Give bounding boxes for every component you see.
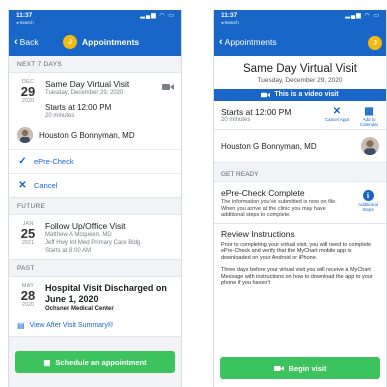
- provider-name: Houston G Bonnyman, MD: [39, 130, 135, 140]
- status-back-app[interactable]: ◂ Search: [221, 19, 379, 26]
- provider-row[interactable]: Houston G Bonnyman, MD: [9, 124, 181, 150]
- video-visit-label: This is a video visit: [274, 91, 339, 98]
- epre-check-link[interactable]: ✓ ePre-Check: [9, 150, 181, 174]
- checklist-icon: ✓: [18, 156, 27, 167]
- back-label: Appointments: [224, 37, 277, 47]
- appointment-title: Follow Up/Office Visit: [45, 221, 126, 231]
- appointment-title: Hospital Visit Discharged on June 1, 202…: [45, 283, 167, 304]
- visit-time-row: Starts at 12:00 PM 20 minutes ✕ Cancel A…: [214, 101, 386, 130]
- close-icon: ✕: [332, 106, 342, 117]
- review-paragraph-2: Three days before your virtual visit you…: [221, 266, 373, 287]
- screenshot-canvas: 11:37 ◂ Search ▂▄▆ ◠ ▭ ‹ Back J Appointm…: [0, 0, 387, 387]
- appointment-time: Starts at 8:00 AM: [45, 248, 92, 254]
- user-avatar-wrap: J: [368, 36, 382, 50]
- appointment-provider: Matthew A Mcqueen, MD: [45, 232, 112, 238]
- cancel-link[interactable]: ✕ Cancel: [9, 174, 181, 197]
- next-appointment-card[interactable]: DEC 29 2020 Same Day Virtual Visit Tuesd…: [9, 72, 181, 198]
- appointment-title: Same Day Virtual Visit: [45, 79, 130, 89]
- back-button[interactable]: ‹ Back: [14, 36, 39, 48]
- visit-time-info: Starts at 12:00 PM 20 minutes: [221, 107, 291, 123]
- visit-date: Tuesday, December 29, 2020: [257, 77, 343, 84]
- section-past: PAST: [9, 260, 181, 276]
- epre-check-label: ePre-Check: [34, 157, 74, 166]
- date-block: MAY 28 2020: [17, 283, 39, 313]
- nav-title-group: J Appointments: [63, 35, 139, 49]
- appointment-location: Jeff Hwy Int Med Primary Care Bldg: [45, 240, 141, 246]
- date-block: DEC 29 2020: [17, 79, 39, 120]
- appointment-info: Follow Up/Office Visit Matthew A Mcqueen…: [45, 221, 173, 255]
- review-instructions: Review Instructions Prior to completing …: [214, 224, 386, 298]
- user-avatar[interactable]: J: [63, 35, 77, 49]
- epre-check-complete-card: ePre-Check Complete The information you'…: [214, 182, 386, 224]
- additional-steps-label: Additional Steps: [358, 202, 378, 212]
- chevron-left-icon: ‹: [14, 36, 18, 48]
- section-get-ready: GET READY: [214, 163, 386, 182]
- signal-wifi-battery-icon: ▂▄▆ ◠ ▭: [345, 13, 380, 19]
- appointment-summary[interactable]: DEC 29 2020 Same Day Virtual Visit Tuesd…: [9, 73, 181, 124]
- after-visit-summary-link[interactable]: ▤ View After Visit Summary®: [9, 317, 181, 336]
- date-day: 29: [20, 84, 36, 99]
- date-block: JAN 25 2021: [17, 221, 39, 255]
- appointment-summary[interactable]: JAN 25 2021 Follow Up/Office Visit Matth…: [9, 215, 181, 259]
- begin-visit-button[interactable]: Begin visit: [220, 357, 380, 379]
- user-avatar[interactable]: J: [368, 36, 382, 50]
- visit-title: Same Day Virtual Visit: [243, 63, 357, 75]
- review-paragraph-1: Prior to completing your virtual visit, …: [221, 241, 372, 262]
- review-title: Review Instructions: [221, 228, 295, 239]
- status-back-app[interactable]: ◂ Search: [16, 19, 174, 26]
- appointment-info: Hospital Visit Discharged on June 1, 202…: [45, 283, 173, 313]
- epre-check-text: The information you've submitted is now …: [221, 199, 337, 218]
- close-icon: ✕: [18, 180, 27, 191]
- cancel-label: Cancel: [34, 181, 58, 190]
- status-bar: 11:37 ◂ Search ▂▄▆ ◠ ▭: [9, 10, 181, 30]
- visit-duration: 20 minutes: [221, 117, 251, 123]
- signal-wifi-battery-icon: ▂▄▆ ◠ ▭: [140, 13, 175, 19]
- appointment-duration: 20 minutes: [45, 113, 75, 119]
- status-bar: 11:37 ◂ Search ▂▄▆ ◠ ▭: [214, 10, 386, 30]
- calendar-icon: ▦: [364, 106, 374, 117]
- appointment-date: Tuesday, December 29, 2020: [45, 90, 124, 96]
- back-label: Back: [19, 37, 39, 47]
- chevron-left-icon: ‹: [219, 36, 223, 48]
- appointment-location: Ochsner Medical Center: [45, 306, 114, 312]
- info-icon: i: [362, 190, 374, 201]
- additional-steps-button[interactable]: i Additional Steps: [354, 190, 382, 212]
- appointment-detail-screen: 11:37 ◂ Search ▂▄▆ ◠ ▭ ‹ Appointments J …: [213, 10, 387, 387]
- begin-visit-label: Begin visit: [288, 363, 327, 373]
- after-visit-summary-label: View After Visit Summary®: [29, 322, 114, 329]
- appointment-summary[interactable]: MAY 28 2020 Hospital Visit Discharged on…: [9, 277, 181, 317]
- visit-time: Starts at 12:00 PM: [221, 107, 292, 117]
- calendar-plus-icon: ▦: [43, 357, 51, 367]
- past-appointment-card[interactable]: MAY 28 2020 Hospital Visit Discharged on…: [9, 276, 181, 337]
- provider-photo: [17, 127, 33, 143]
- appointment-time: Starts at 12:00 PM: [45, 103, 112, 112]
- video-camera-icon: [162, 84, 174, 90]
- document-icon: ▤: [17, 321, 25, 330]
- schedule-appointment-label: Schedule an appointment: [55, 357, 147, 367]
- provider-photo: [361, 137, 379, 155]
- nav-bar: ‹ Back J Appointments: [9, 30, 181, 56]
- provider-name: Houston G Bonnyman, MD: [221, 141, 317, 151]
- nav-bar: ‹ Appointments J: [214, 30, 386, 56]
- add-to-calendar-button[interactable]: ▦ Add to Calendar: [354, 106, 384, 127]
- provider-row[interactable]: Houston G Bonnyman, MD: [214, 130, 386, 163]
- future-appointment-card[interactable]: JAN 25 2021 Follow Up/Office Visit Matth…: [9, 214, 181, 260]
- appointments-list-screen: 11:37 ◂ Search ▂▄▆ ◠ ▭ ‹ Back J Appointm…: [8, 10, 182, 387]
- date-day: 25: [20, 226, 36, 241]
- date-day: 28: [20, 288, 36, 303]
- cancel-appt-button[interactable]: ✕ Cancel Appt: [322, 106, 352, 122]
- section-future: FUTURE: [9, 198, 181, 214]
- page-title: Appointments: [82, 37, 140, 47]
- video-visit-banner: This is a video visit: [214, 89, 386, 101]
- video-camera-icon: [273, 365, 284, 371]
- appointment-info: Same Day Virtual Visit Tuesday, December…: [45, 79, 173, 120]
- section-next-7-days: NEXT 7 DAYS: [9, 56, 181, 72]
- cancel-appt-label: Cancel Appt: [324, 117, 350, 122]
- video-camera-icon: [261, 92, 271, 98]
- add-to-calendar-label: Add to Calendar: [359, 117, 379, 127]
- schedule-appointment-button[interactable]: ▦ Schedule an appointment: [15, 351, 175, 373]
- back-button[interactable]: ‹ Appointments: [219, 36, 277, 48]
